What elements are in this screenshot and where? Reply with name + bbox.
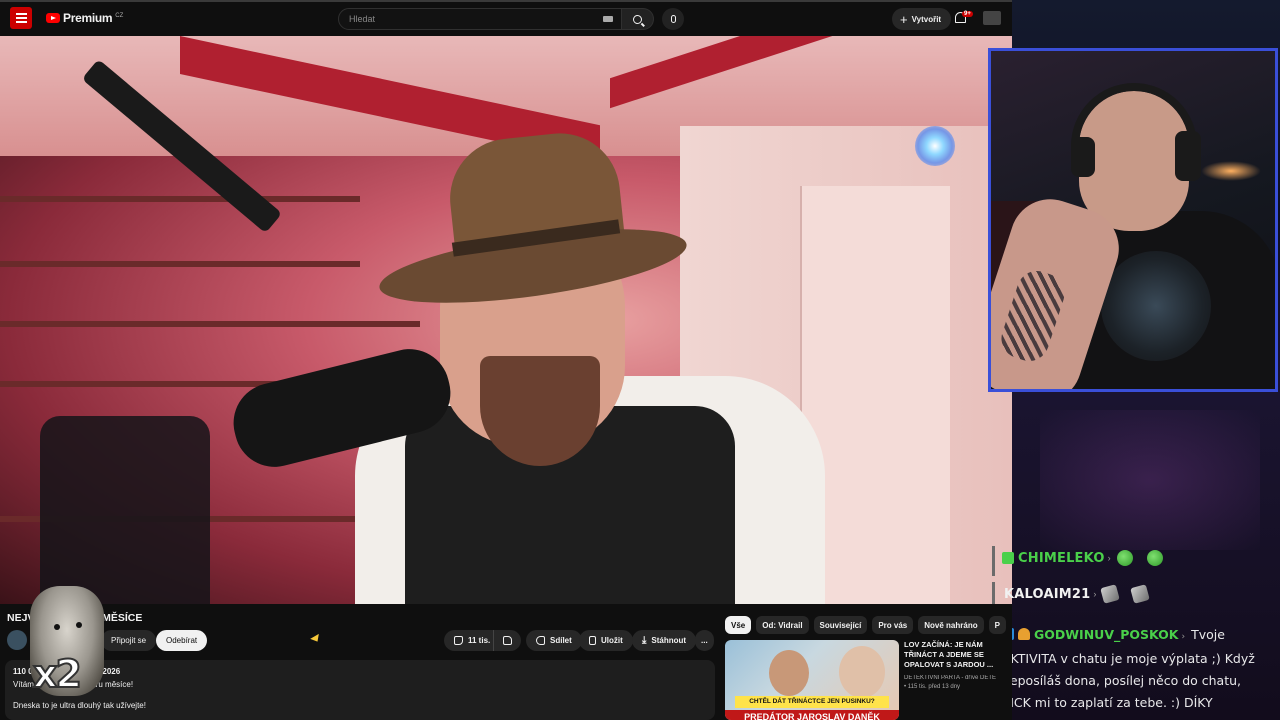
voice-search-button[interactable] [662, 8, 684, 30]
meme-multiplier: x2 [32, 651, 83, 697]
thumbs-down-icon [503, 636, 512, 645]
search-icon [633, 14, 642, 24]
fish-eye [76, 622, 82, 628]
bookmark-icon [589, 636, 596, 645]
chevron-right-icon: › [1181, 632, 1186, 642]
thumbs-up-icon [454, 636, 463, 645]
download-button[interactable]: ⤓ Stáhnout [632, 630, 697, 651]
create-button[interactable]: + Vytvořit [892, 8, 952, 30]
vip-badge-icon [1018, 628, 1030, 640]
more-actions-button[interactable]: ... [695, 630, 714, 651]
menu-icon[interactable] [10, 7, 32, 29]
save-button[interactable]: Uložit [579, 630, 633, 651]
frog-emote-icon [1146, 550, 1163, 566]
webcam-lamp [1201, 161, 1261, 181]
background-glow [1040, 410, 1260, 550]
subscribe-button[interactable]: Odebírat [156, 630, 208, 651]
filter-chips: Vše Od: Vidrail Související Pro vás Nově… [725, 616, 1006, 634]
chat-overlay: CHIMELEKO › KALOAIM21 › GODWINUV_POSKOK ›… [992, 544, 1280, 720]
video-player[interactable] [0, 36, 1012, 604]
screen: Premium CZ + Vytvořit 9+ [0, 0, 1280, 720]
like-button[interactable]: 11 tis. [444, 630, 499, 651]
search-button[interactable] [622, 8, 654, 30]
chevron-right-icon: › [1107, 553, 1111, 563]
chip-more[interactable]: P [988, 616, 1006, 634]
fish-eye [54, 624, 60, 630]
headphone-cup [1071, 137, 1095, 177]
description-line: Dneska to je ultra dlouhý tak užívejte! [13, 701, 146, 710]
video-metadata: NEJVĚTŠÍ BIZÁRY MĚSÍCE Připojit se Odebí… [0, 604, 720, 720]
chip-from-channel[interactable]: Od: Vidrail [756, 616, 809, 634]
chevron-right-icon: › [1093, 589, 1097, 599]
download-icon: ⤓ [642, 635, 647, 646]
logo-text: Premium [63, 11, 113, 25]
youtube-play-icon [46, 13, 60, 23]
recommendation-thumbnail[interactable]: CHTĚL DÁT TŘINÁCTCE JEN PUSINKU? PREDÁTO… [725, 640, 899, 720]
search-box [338, 8, 622, 30]
notification-count-badge: 9+ [962, 11, 973, 17]
join-button[interactable]: Připojit se [101, 630, 157, 651]
more-icon: ... [701, 636, 708, 645]
frog-emote-icon [1116, 550, 1133, 566]
headphone-cup [1175, 131, 1201, 181]
chat-message: KALOAIM21 › [992, 584, 1280, 604]
save-label: Uložit [601, 636, 623, 645]
microphone-icon [670, 15, 676, 23]
chat-long-message: GODWINUV_POSKOK › Tvoje AKTIVITA v chatu j… [1002, 624, 1272, 714]
chat-username: CHIMELEKO [1018, 550, 1105, 566]
share-button[interactable]: Sdílet [526, 630, 582, 651]
chat-username: KALOAIM21 [1004, 586, 1091, 602]
plus-icon: + [900, 11, 908, 27]
video-shelf [0, 321, 420, 327]
chip-all[interactable]: Vše [725, 616, 752, 634]
sock-emote-icon [1130, 584, 1151, 604]
chat-message: CHIMELEKO › [992, 550, 1280, 566]
chip-related[interactable]: Související [813, 616, 868, 634]
account-avatar[interactable] [983, 11, 1001, 25]
search-input[interactable] [349, 14, 589, 24]
dislike-button[interactable] [493, 630, 521, 651]
subscribe-label: Odebírat [166, 636, 198, 645]
recommendation-title[interactable]: LOV ZAČÍNÁ: JE NÁM TŘINÁCT A JDEME SE OP… [904, 640, 1008, 670]
join-label: Připojit se [111, 636, 147, 645]
recommendation-channel[interactable]: DETEKTIVNÍ PARTA - dříve DETE [904, 675, 1008, 681]
header-top-border [0, 0, 1012, 2]
thumbnail-caption: PREDÁTOR JAROSLAV DANĚK [725, 710, 899, 720]
search-bar [338, 8, 684, 30]
download-label: Stáhnout [651, 636, 687, 645]
user-badge-icon [1002, 552, 1014, 564]
streamer-webcam [988, 48, 1278, 392]
chip-recently-uploaded[interactable]: Nově nahráno [918, 616, 984, 634]
chip-for-you[interactable]: Pro vás [872, 616, 914, 634]
recommendation-stats-text: 115 tis. před 13 dny [907, 684, 961, 690]
video-chair [40, 416, 210, 604]
recommendation-stats: • 115 tis. před 13 dny [904, 684, 961, 690]
youtube-logo[interactable]: Premium CZ [46, 11, 123, 25]
video-shelf [0, 261, 360, 267]
video-studio-light [915, 126, 955, 166]
description-line: Vítám … u dalšího bizáru měsíce! [13, 680, 134, 689]
sock-emote-icon [1100, 584, 1121, 604]
webcam-shirt-print [1101, 251, 1211, 361]
channel-avatar[interactable] [7, 630, 27, 650]
share-label: Sdílet [550, 636, 572, 645]
chat-username: GODWINUV_POSKOK [1034, 627, 1179, 642]
video-shelf [0, 196, 360, 202]
thumbnail-face [769, 650, 809, 696]
like-count: 11 tis. [468, 636, 491, 645]
keyboard-icon[interactable] [603, 16, 613, 22]
logo-country: CZ [115, 13, 124, 19]
description-box[interactable]: 110 0… zhlédnutí 13. 8. 2026 Vítám … u d… [5, 660, 715, 720]
thumbnail-caption: CHTĚL DÁT TŘINÁCTCE JEN PUSINKU? [735, 696, 889, 708]
share-icon [536, 636, 545, 645]
recommendations-panel: Vše Od: Vidrail Související Pro vás Nově… [720, 604, 1012, 720]
create-label: Vytvořit [911, 14, 942, 24]
thumbnail-face [839, 646, 885, 698]
description-date: 110 0… zhlédnutí 13. 8. 2026 [13, 667, 121, 676]
